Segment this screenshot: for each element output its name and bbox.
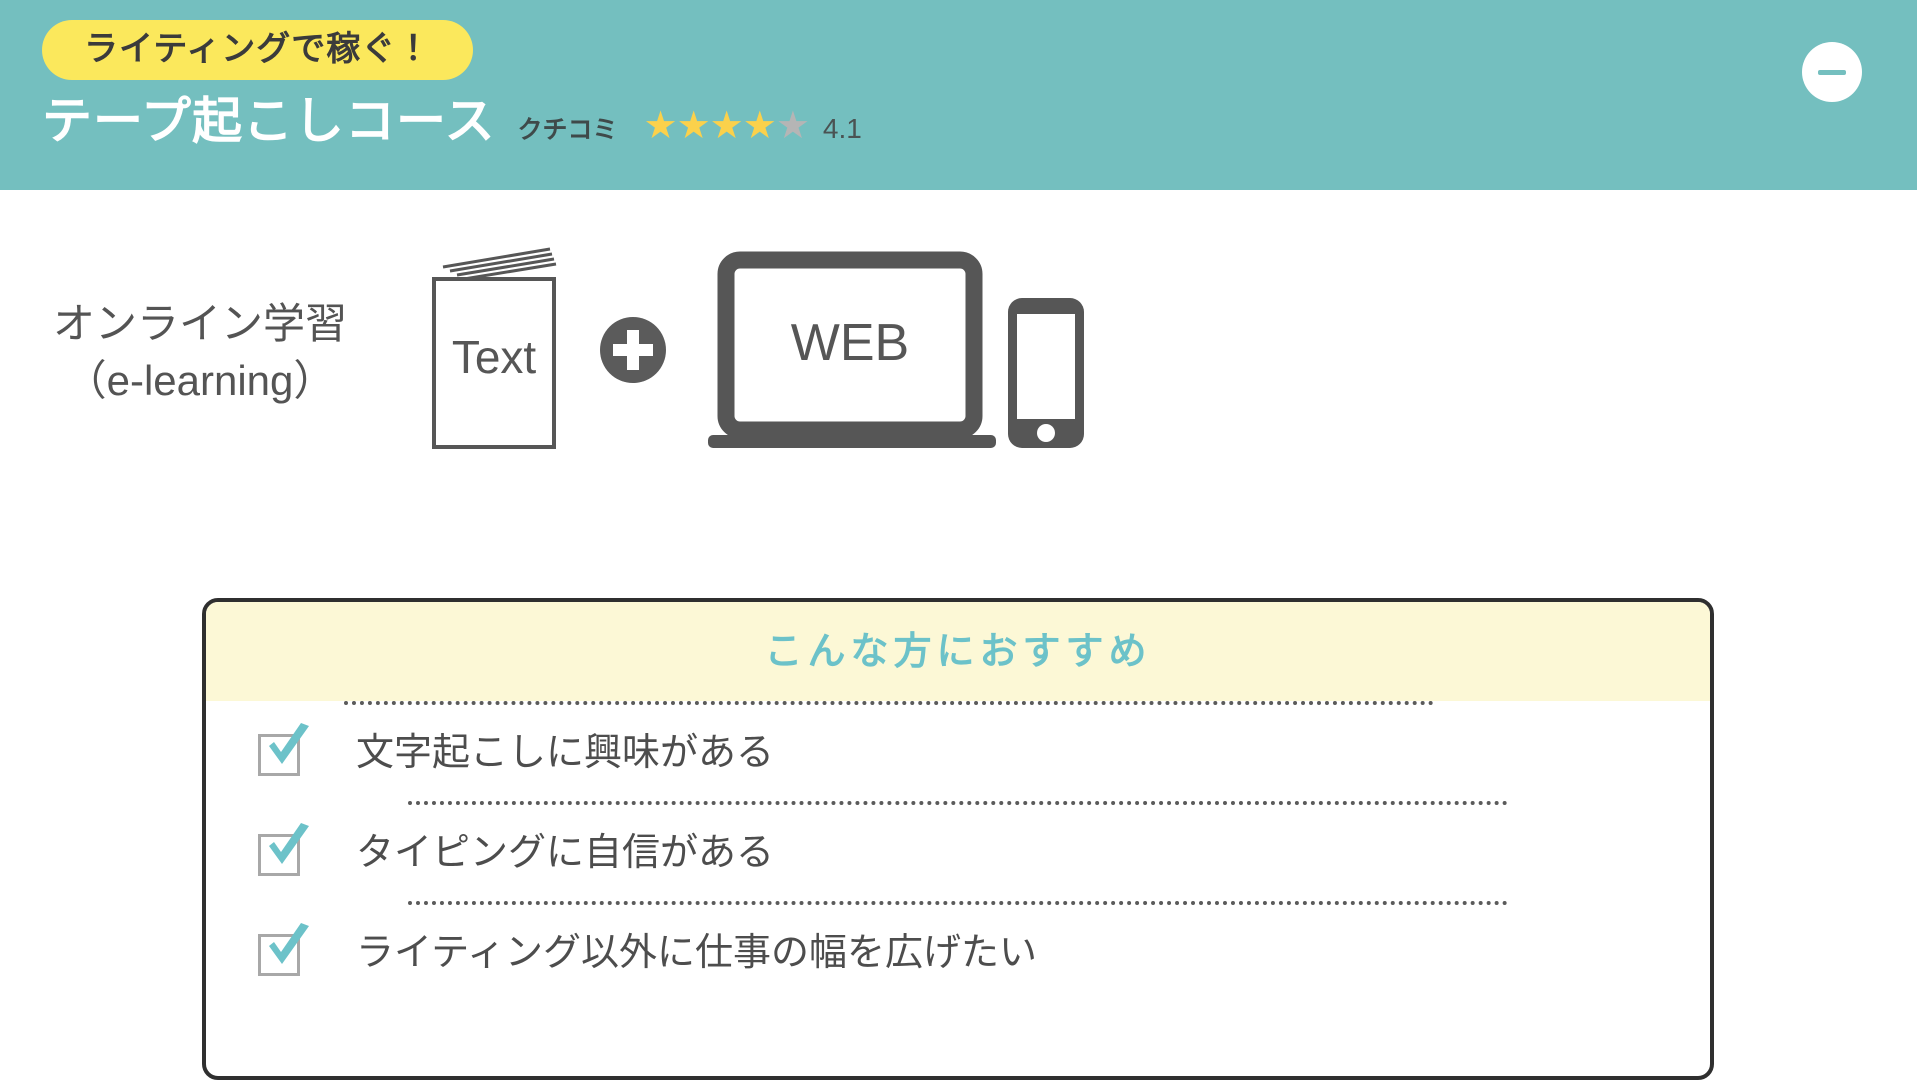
list-item: 文字起こしに興味がある <box>206 705 1710 801</box>
badge-row: ライティングで稼ぐ！ <box>42 20 474 80</box>
recommendation-box: こんな方におすすめ 文字起こしに興味がある タイピングに自信がある ライティング… <box>202 598 1714 1080</box>
minus-icon <box>1818 69 1846 75</box>
minimize-button[interactable] <box>1802 42 1862 102</box>
devices-icon: WEB <box>696 250 1096 455</box>
list-item-label: 文字起こしに興味がある <box>356 732 775 774</box>
list-item: ライティング以外に仕事の幅を広げたい <box>206 905 1710 1001</box>
rating-stars: ★ ★ ★ ★ ★ <box>643 105 810 147</box>
review-label: クチコミ <box>517 116 618 144</box>
recommendation-list: 文字起こしに興味がある タイピングに自信がある ライティング以外に仕事の幅を広げ… <box>206 705 1710 1001</box>
svg-text:Text: Text <box>452 331 537 383</box>
rating-value: 4.1 <box>822 113 862 144</box>
checkbox-checked-icon <box>258 723 309 776</box>
learning-format-row: オンライン学習 （e-learning） Text WEB <box>0 245 1340 460</box>
elearning-label-line1: オンライン学習 <box>52 299 347 347</box>
recommendation-header: こんな方におすすめ <box>206 602 1710 701</box>
recommendation-heading: こんな方におすすめ <box>764 630 1152 673</box>
smartphone-icon <box>1008 298 1084 448</box>
laptop-icon: WEB <box>708 251 996 448</box>
list-item-label: ライティング以外に仕事の幅を広げたい <box>356 932 1037 974</box>
elearning-label: オンライン学習 （e-learning） <box>0 296 400 409</box>
page-title: テープ起こしコース <box>42 93 496 149</box>
course-detail-screen: ライティングで稼ぐ！ テープ起こしコース クチコミ ★ ★ ★ ★ ★ 4.1 … <box>0 0 1917 1080</box>
course-header: ライティングで稼ぐ！ テープ起こしコース クチコミ ★ ★ ★ ★ ★ 4.1 <box>0 0 1917 190</box>
course-body: オンライン学習 （e-learning） Text WEB こんな方におすすめ … <box>0 190 1917 1080</box>
star-icon-5: ★ <box>775 105 810 147</box>
star-icon-2: ★ <box>676 105 711 147</box>
star-icon-1: ★ <box>643 105 678 147</box>
checkbox-checked-icon <box>258 823 309 876</box>
textbook-icon: Text <box>410 245 570 460</box>
checkbox-checked-icon <box>258 923 309 976</box>
star-icon-3: ★ <box>709 105 744 147</box>
plus-circle-icon <box>598 315 668 390</box>
elearning-label-line2: （e-learning） <box>64 356 336 404</box>
svg-text:WEB: WEB <box>791 314 909 372</box>
title-row: テープ起こしコース クチコミ ★ ★ ★ ★ ★ 4.1 <box>42 96 862 146</box>
list-item: タイピングに自信がある <box>206 805 1710 901</box>
promo-badge: ライティングで稼ぐ！ <box>42 20 474 80</box>
list-item-label: タイピングに自信がある <box>356 832 775 874</box>
star-icon-4: ★ <box>742 105 777 147</box>
